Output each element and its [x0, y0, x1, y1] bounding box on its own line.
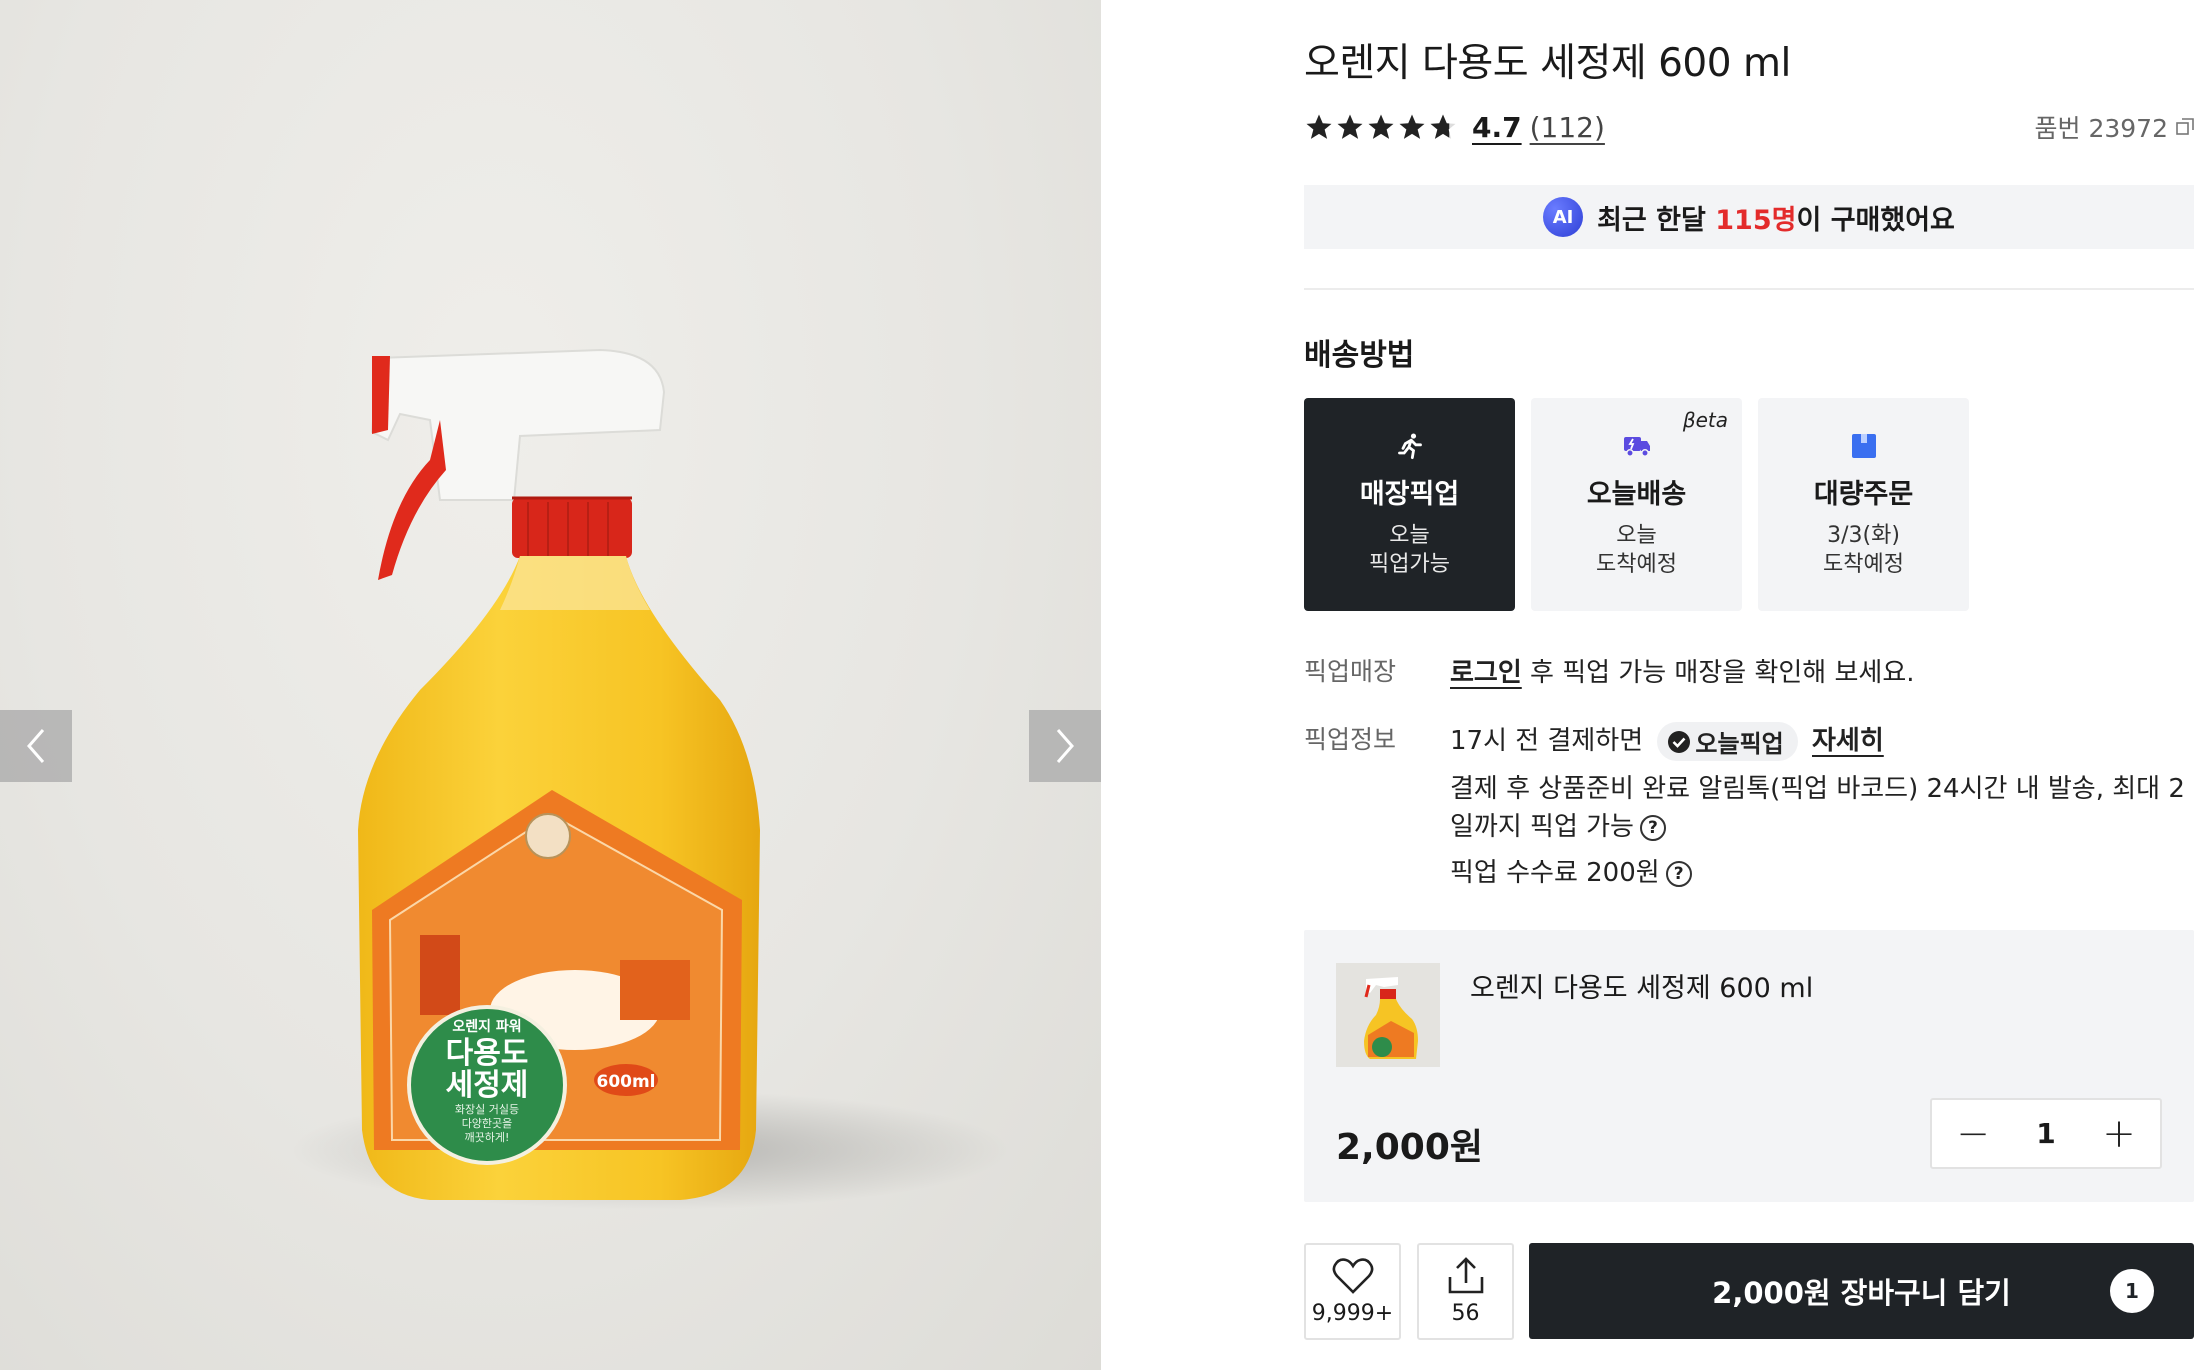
shipping-options: 매장픽업 오늘픽업가능 βeta 오늘배송 오늘도착예정 대량주문 3/3(화)…: [1304, 398, 1969, 611]
pickup-info-line2: 결제 후 상품준비 완료 알림톡(픽업 바코드) 24시간 내 발송, 최대 2: [1450, 774, 2185, 804]
quantity-value[interactable]: 1: [2014, 1117, 2078, 1150]
rating-value[interactable]: 4.7: [1472, 111, 1522, 144]
label-volume-text: 600ml: [596, 1072, 655, 1092]
quantity-stepper: − 1 +: [1930, 1098, 2162, 1169]
decrease-quantity-button[interactable]: −: [1932, 1100, 2014, 1167]
ai-banner-text: 최근 한달 115명이 구매했어요: [1597, 198, 1955, 237]
copy-icon: [2176, 118, 2194, 135]
rating-stars: [1304, 112, 1458, 142]
chevron-right-icon: [1056, 729, 1074, 763]
review-count-link[interactable]: (112): [1530, 111, 1605, 144]
sku-text: 품번 23972: [2034, 114, 2168, 143]
shipping-option-store-pickup[interactable]: 매장픽업 오늘픽업가능: [1304, 398, 1515, 611]
pickup-info-line1: 17시 전 결제하면 오늘픽업 자세히: [1450, 720, 1884, 761]
option-line2: 도착예정: [1823, 552, 1904, 577]
sku-copy[interactable]: 품번 23972: [2035, 109, 2194, 145]
running-person-icon: [1397, 433, 1422, 460]
ai-banner-pre: 최근 한달: [1597, 204, 1716, 236]
ai-purchase-banner: AI 최근 한달 115명이 구매했어요: [1304, 185, 2194, 249]
chevron-left-icon: [27, 729, 45, 763]
pickup-store-text: 후 픽업 가능 매장을 확인해 보세요.: [1521, 658, 1915, 688]
pickup-info-label: 픽업정보: [1304, 725, 1397, 754]
option-line1: 오늘: [1616, 523, 1657, 548]
option-sub: 오늘픽업가능: [1369, 521, 1450, 579]
ai-badge-icon: AI: [1543, 197, 1584, 237]
pickup-store-value: 로그인 후 픽업 가능 매장을 확인해 보세요.: [1450, 652, 1915, 689]
option-line1: 3/3(화): [1827, 523, 1900, 548]
option-line2: 도착예정: [1596, 552, 1677, 577]
option-line2: 픽업가능: [1369, 552, 1450, 577]
pickup-info-pre: 17시 전 결제하면: [1450, 726, 1644, 756]
product-image-gallery: 오렌지 파워 다용도 세정제 화장실 거실등 다양한곳을 깨끗하게! 600ml: [0, 0, 1101, 1370]
pickup-info-line3: 일까지 픽업 가능?: [1450, 806, 1666, 843]
prev-image-button[interactable]: [0, 710, 72, 782]
option-name: 오늘배송: [1586, 479, 1687, 510]
rating-row: 4.7 (112) 품번 23972: [1304, 104, 2194, 150]
box-icon: [1851, 434, 1876, 458]
cart-product-thumbnail: [1336, 963, 1440, 1067]
star-half-icon: [1430, 114, 1456, 139]
next-image-button[interactable]: [1029, 710, 1101, 782]
cart-count-badge: 1: [2110, 1269, 2154, 1313]
star-icon: [1399, 114, 1425, 139]
help-icon[interactable]: ?: [1665, 860, 1692, 887]
shipping-option-today-delivery[interactable]: βeta 오늘배송 오늘도착예정: [1531, 398, 1742, 611]
increase-quantity-button[interactable]: +: [2078, 1100, 2160, 1167]
option-sub: 오늘도착예정: [1596, 521, 1677, 579]
heart-icon: [1332, 1258, 1373, 1294]
star-icon: [1337, 114, 1363, 139]
product-title: 오렌지 다용도 세정제 600 ml: [1304, 41, 1791, 86]
check-circle-icon: [1668, 730, 1691, 753]
pickup-fee: 픽업 수수료 200원?: [1450, 852, 1692, 889]
today-pickup-badge: 오늘픽업: [1657, 722, 1798, 761]
wishlist-button[interactable]: 9,999+: [1304, 1243, 1401, 1340]
cart-price: 2,000원: [1336, 1127, 1483, 1168]
label-top-text: 오렌지 파워: [452, 1018, 521, 1035]
share-button[interactable]: 56: [1417, 1243, 1514, 1340]
label-line2-text: 세정제: [446, 1068, 529, 1103]
ai-banner-post: 이 구매했어요: [1796, 204, 1955, 236]
option-line1: 오늘: [1389, 523, 1430, 548]
option-name: 대량주문: [1813, 479, 1914, 510]
help-icon[interactable]: ?: [1639, 814, 1666, 841]
cart-summary: 오렌지 다용도 세정제 600 ml 2,000원 − 1 +: [1304, 930, 2194, 1202]
star-icon: [1368, 114, 1394, 139]
star-icon: [1306, 114, 1332, 139]
product-photo: 오렌지 파워 다용도 세정제 화장실 거실등 다양한곳을 깨끗하게! 600ml: [290, 348, 1010, 1210]
beta-badge: βeta: [1682, 408, 1728, 432]
login-link[interactable]: 로그인: [1450, 658, 1522, 688]
action-buttons: 9,999+ 56: [1304, 1243, 1514, 1340]
delivery-truck-icon: [1623, 437, 1650, 457]
option-sub: 3/3(화) 도착예정: [1823, 521, 1904, 579]
shipping-title: 배송방법: [1304, 338, 1415, 373]
ai-banner-highlight: 115명: [1715, 204, 1797, 236]
shipping-option-bulk-order[interactable]: 대량주문 3/3(화) 도착예정: [1758, 398, 1969, 611]
section-divider: [1304, 288, 2194, 290]
share-count: 56: [1451, 1301, 1480, 1326]
pickup-store-label: 픽업매장: [1304, 657, 1397, 686]
label-desc1-text: 화장실 거실등: [455, 1103, 519, 1116]
add-to-cart-button[interactable]: 2,000원 장바구니 담기 1: [1529, 1243, 2194, 1339]
product-thumbnail-image: [1364, 977, 1418, 1059]
cart-product-name: 오렌지 다용도 세정제 600 ml: [1470, 973, 1814, 1004]
label-line1-text: 다용도: [446, 1036, 529, 1071]
add-to-cart-label: 2,000원 장바구니 담기: [1712, 1276, 2011, 1310]
today-pickup-label: 오늘픽업: [1695, 730, 1784, 758]
label-desc2-text: 다양한곳을: [462, 1117, 513, 1130]
pickup-info-line3-text: 일까지 픽업 가능: [1450, 812, 1634, 842]
share-icon: [1448, 1257, 1483, 1294]
pickup-fee-text: 픽업 수수료 200원: [1450, 858, 1660, 888]
detail-link[interactable]: 자세히: [1812, 726, 1884, 756]
label-desc3-text: 깨끗하게!: [465, 1130, 510, 1144]
wishlist-count: 9,999+: [1311, 1301, 1394, 1326]
option-name: 매장픽업: [1359, 479, 1460, 510]
